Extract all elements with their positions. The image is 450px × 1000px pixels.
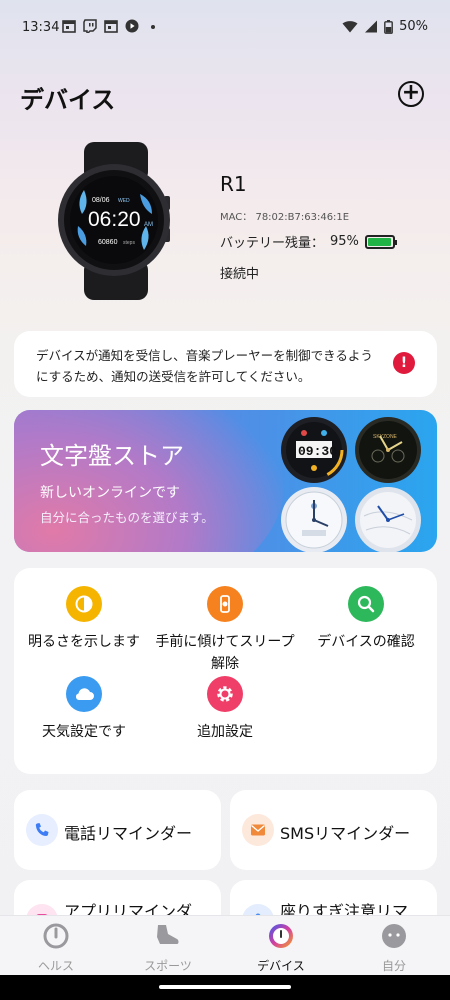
setting-label: 天気設定です <box>42 724 126 740</box>
watch-image: 08/06 WED 06:20 AM 60860 steps <box>58 142 170 300</box>
store-subtitle: 新しいオンラインです <box>40 485 180 501</box>
watch-ampm: AM <box>144 222 153 228</box>
setting-label: デバイスの確認 <box>317 634 415 650</box>
signal-icon <box>365 20 378 33</box>
gear-icon <box>207 676 243 712</box>
system-icons: 50% <box>342 19 428 34</box>
settings-card: 明るさを示します 手前に傾けてスリープ解除 デバイスの確認 天気設定です 追加設… <box>14 568 437 774</box>
reminder-sms[interactable]: SMSリマインダー <box>230 790 437 870</box>
calendar-icon <box>62 20 76 33</box>
battery-fill <box>367 237 391 246</box>
device-mac: MAC： 78:02:B7:63:46:1E <box>220 212 350 223</box>
nav-label: 自分 <box>381 959 406 973</box>
reminder-phone[interactable]: 電話リマインダー <box>14 790 221 870</box>
device-info: R1 MAC： 78:02:B7:63:46:1E バッテリー残量： 95% 接… <box>220 172 397 282</box>
nav-health[interactable]: ヘルス <box>0 916 112 974</box>
setting-more[interactable]: 追加設定 <box>155 676 295 743</box>
health-icon <box>43 923 69 949</box>
setting-label: 追加設定 <box>197 724 253 740</box>
watch-time: 06:20 <box>88 208 141 231</box>
brightness-icon <box>66 586 102 622</box>
plus-circle-icon: + <box>401 80 421 105</box>
home-indicator[interactable] <box>159 985 291 989</box>
watch-steps: 60860 <box>98 239 118 246</box>
bottom-navigation: ヘルス スポーツ デバイス 自分 <box>0 915 450 975</box>
notification-permission-card[interactable]: デバイスが通知を受信し、音楽プレーヤーを制御できるようにするため、通知の送受信を… <box>14 331 437 397</box>
watch-icon <box>269 924 293 948</box>
nav-profile[interactable]: 自分 <box>338 916 450 974</box>
banner-decoration <box>14 410 284 552</box>
setting-weather[interactable]: 天気設定です <box>14 676 154 743</box>
reminder-label: 電話リマインダー <box>64 824 193 843</box>
profile-icon <box>382 924 406 948</box>
watch-weekday: WED <box>118 198 130 204</box>
battery-value: 95% <box>330 234 359 249</box>
watch-date: 08/06 <box>92 197 110 204</box>
reminder-label: SMSリマインダー <box>280 824 411 843</box>
wrist-raise-icon <box>207 586 243 622</box>
watch-steps-unit: steps <box>123 240 135 246</box>
nav-label: ヘルス <box>37 959 74 973</box>
status-time: 13:34 <box>22 20 60 35</box>
setting-label: 明るさを示します <box>28 634 140 650</box>
twitch-icon <box>83 19 97 33</box>
notification-icons <box>62 19 160 33</box>
wifi-icon <box>342 21 358 33</box>
status-bar: 13:34 50% <box>0 0 450 56</box>
alert-icon: ! <box>393 352 415 374</box>
nav-device[interactable]: デバイス <box>225 916 337 974</box>
store-title: 文字盤ストア <box>40 442 184 470</box>
device-name: R1 <box>220 172 247 196</box>
cloud-icon <box>66 676 102 712</box>
store-description: 自分に合ったものを選びます。 <box>40 510 214 525</box>
battery-icon <box>384 19 393 34</box>
search-icon <box>348 586 384 622</box>
status-battery-percent: 50% <box>399 19 428 34</box>
watchface-store-banner[interactable]: 文字盤ストア 新しいオンラインです 自分に合ったものを選びます。 09:30 S… <box>14 410 437 552</box>
setting-brightness[interactable]: 明るさを示します <box>14 586 154 653</box>
watchface-preview-military[interactable]: SKYZONE <box>354 416 422 484</box>
page-title: デバイス <box>20 86 116 114</box>
preview-time: 09:30 <box>298 444 337 459</box>
shoe-icon <box>157 925 179 944</box>
nav-label: スポーツ <box>144 959 192 973</box>
nav-label: デバイス <box>257 959 305 973</box>
add-device-button[interactable]: + <box>398 81 424 107</box>
connection-status: 接続中 <box>220 267 260 282</box>
setting-find-device[interactable]: デバイスの確認 <box>296 586 436 653</box>
watchface-preview-white[interactable] <box>280 486 348 552</box>
dot-icon <box>151 25 155 29</box>
phone-icon <box>26 814 58 846</box>
watchface-preview-digital[interactable]: 09:30 <box>280 416 348 484</box>
youtube-icon <box>125 19 139 33</box>
setting-label: 手前に傾けてスリープ解除 <box>155 634 295 672</box>
watchface-preview-marble[interactable] <box>354 486 422 552</box>
nav-sports[interactable]: スポーツ <box>112 916 224 974</box>
device-battery: バッテリー残量： 95% <box>220 232 397 251</box>
preview-brand: SKYZONE <box>373 434 398 440</box>
battery-level-icon <box>364 234 397 249</box>
envelope-icon <box>242 814 274 846</box>
notice-text: デバイスが通知を受信し、音楽プレーヤーを制御できるようにするため、通知の送受信を… <box>36 348 373 384</box>
setting-wrist-raise[interactable]: 手前に傾けてスリープ解除 <box>155 586 295 675</box>
calendar-icon <box>104 20 118 33</box>
battery-label: バッテリー残量： <box>220 236 325 251</box>
